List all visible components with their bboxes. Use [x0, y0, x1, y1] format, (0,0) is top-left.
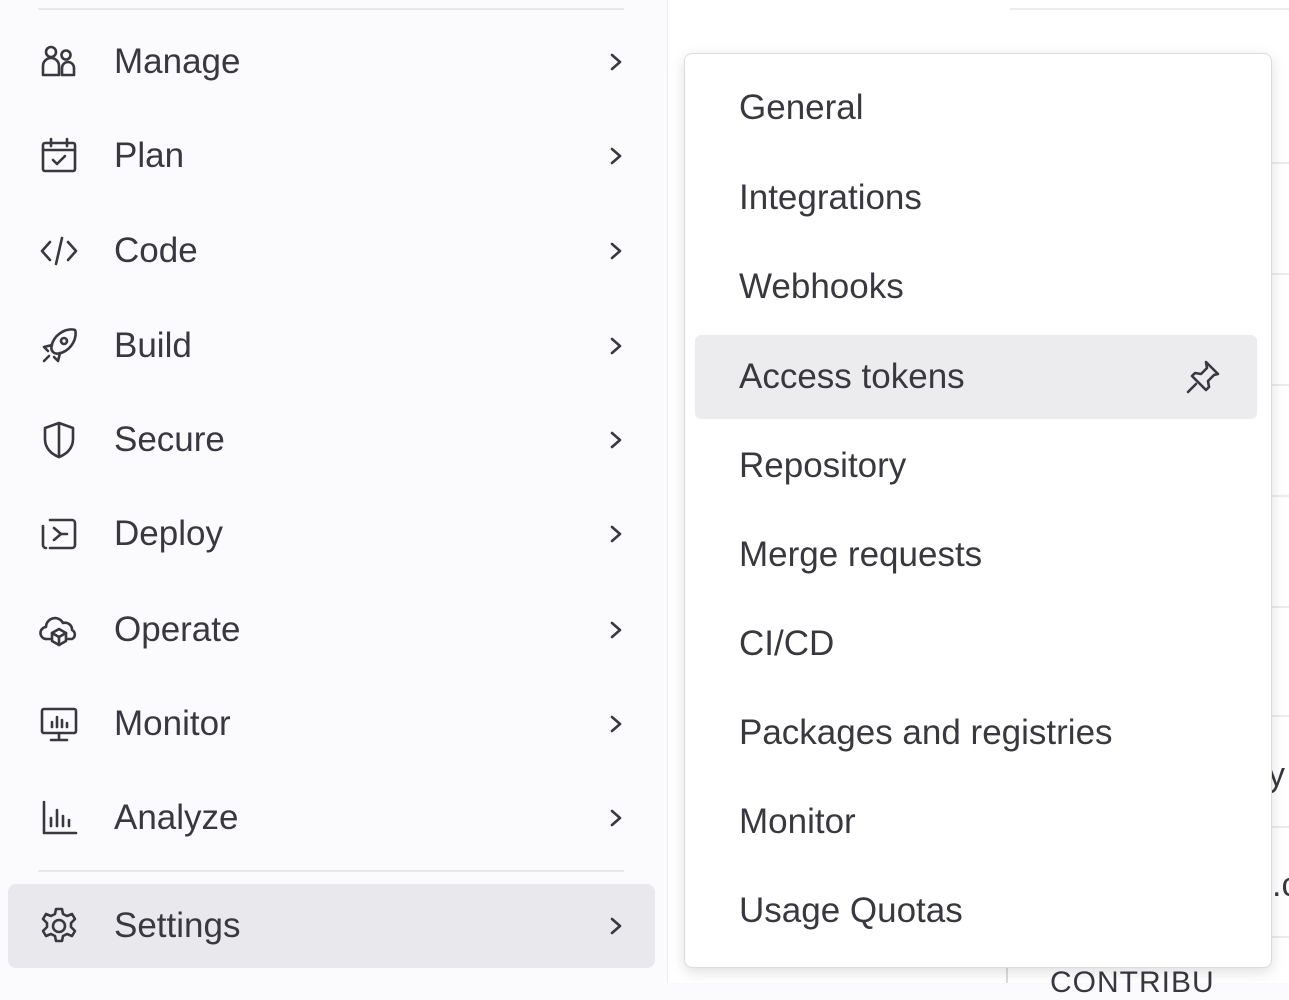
chevron-right-icon — [604, 331, 628, 361]
chart-icon — [38, 797, 80, 839]
sidebar-item-label: Build — [114, 326, 192, 365]
settings-flyout-menu: General Integrations Webhooks Access tok… — [684, 53, 1272, 968]
sidebar-item-label: Secure — [114, 420, 225, 459]
flyout-item-ci-cd[interactable]: CI/CD — [695, 602, 1257, 686]
sidebar-item-manage[interactable]: Manage — [8, 20, 655, 104]
flyout-item-label: CI/CD — [739, 624, 835, 663]
chevron-right-icon — [604, 709, 628, 739]
sidebar-divider — [38, 870, 624, 872]
shield-icon — [38, 419, 80, 461]
flyout-item-label: Repository — [739, 446, 907, 485]
sidebar-item-monitor[interactable]: Monitor — [8, 682, 655, 766]
rocket-icon — [38, 325, 80, 367]
sidebar-top-divider — [38, 8, 624, 10]
chevron-right-icon — [604, 47, 628, 77]
sidebar-item-settings[interactable]: Settings — [8, 884, 655, 968]
sidebar-item-label: Analyze — [114, 798, 239, 837]
chevron-right-icon — [604, 236, 628, 266]
sidebar-item-label: Plan — [114, 136, 185, 175]
flyout-item-label: Access tokens — [739, 357, 965, 396]
flyout-item-integrations[interactable]: Integrations — [695, 156, 1257, 240]
sidebar-item-analyze[interactable]: Analyze — [8, 776, 655, 860]
calendar-icon — [38, 135, 80, 177]
flyout-item-merge-requests[interactable]: Merge requests — [695, 513, 1257, 597]
chevron-right-icon — [604, 141, 628, 171]
sidebar-item-label: Deploy — [114, 514, 223, 553]
flyout-item-label: Monitor — [739, 802, 856, 841]
sidebar-item-label: Operate — [114, 610, 241, 649]
flyout-item-label: Webhooks — [739, 267, 904, 306]
flyout-item-label: Packages and registries — [739, 713, 1113, 752]
flyout-item-access-tokens[interactable]: Access tokens — [695, 335, 1257, 419]
sidebar: Manage Plan Code Build Secure Deploy Ope… — [0, 0, 668, 983]
chevron-right-icon — [604, 803, 628, 833]
flyout-item-label: General — [739, 88, 864, 127]
sidebar-item-label: Code — [114, 231, 198, 270]
sidebar-item-code[interactable]: Code — [8, 209, 655, 293]
flyout-item-packages-and-registries[interactable]: Packages and registries — [695, 691, 1257, 775]
monitor-icon — [38, 703, 80, 745]
flyout-item-monitor[interactable]: Monitor — [695, 780, 1257, 864]
sidebar-item-operate[interactable]: Operate — [8, 588, 655, 672]
sidebar-item-deploy[interactable]: Deploy — [8, 492, 655, 576]
flyout-item-general[interactable]: General — [695, 66, 1257, 150]
sidebar-item-label: Monitor — [114, 704, 231, 743]
content-text-fragment: CONTRIBU — [1050, 966, 1215, 999]
cloud-icon — [38, 609, 80, 651]
code-icon — [38, 230, 80, 272]
sidebar-item-label: Manage — [114, 42, 241, 81]
deploy-icon — [38, 513, 80, 555]
sidebar-item-label: Settings — [114, 906, 241, 945]
flyout-item-label: Usage Quotas — [739, 891, 963, 930]
flyout-item-usage-quotas[interactable]: Usage Quotas — [695, 869, 1257, 953]
pin-icon[interactable] — [1183, 357, 1223, 397]
sidebar-item-build[interactable]: Build — [8, 304, 655, 388]
chevron-right-icon — [604, 911, 628, 941]
flyout-item-label: Merge requests — [739, 535, 983, 574]
content-top-border — [1010, 8, 1289, 10]
content-text-fragment: .c — [1272, 866, 1289, 904]
sidebar-item-secure[interactable]: Secure — [8, 398, 655, 482]
users-icon — [38, 41, 80, 83]
flyout-item-webhooks[interactable]: Webhooks — [695, 245, 1257, 329]
flyout-item-label: Integrations — [739, 178, 922, 217]
flyout-item-repository[interactable]: Repository — [695, 424, 1257, 508]
chevron-right-icon — [604, 425, 628, 455]
gear-icon — [38, 905, 80, 947]
sidebar-item-plan[interactable]: Plan — [8, 114, 655, 198]
chevron-right-icon — [604, 615, 628, 645]
chevron-right-icon — [604, 519, 628, 549]
